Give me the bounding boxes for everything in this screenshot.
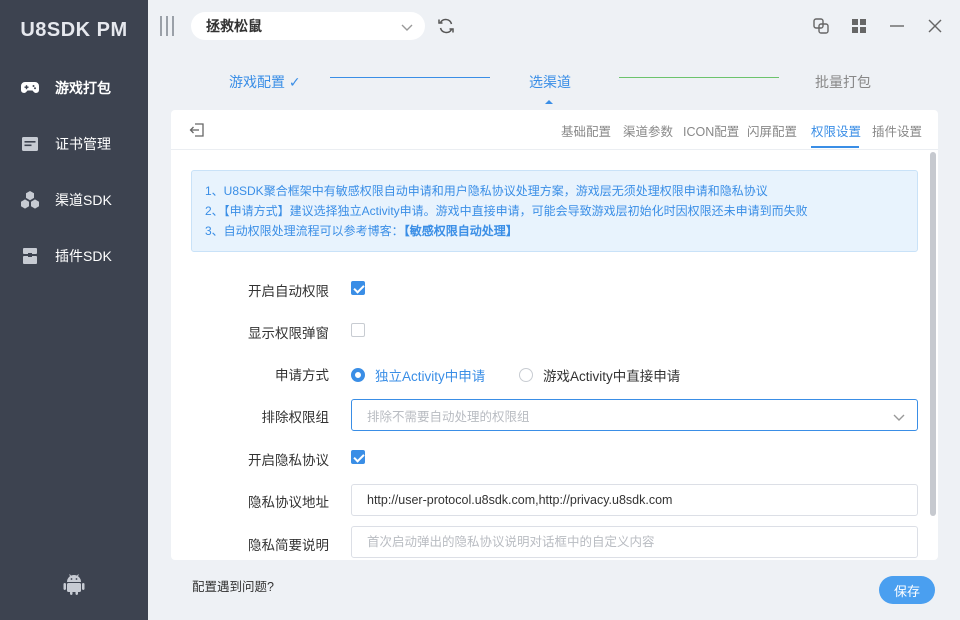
notice-box: 1、U8SDK聚合框架中有敏感权限自动申请和用户隐私协议处理方案，游戏层无须处理… <box>191 170 918 252</box>
sidebar-item-certificates[interactable]: 证书管理 <box>0 124 148 164</box>
auto-permission-label: 开启自动权限 <box>248 284 329 299</box>
sidebar-item-label: 游戏打包 <box>55 80 111 96</box>
step-connector <box>330 77 490 78</box>
game-select-value: 拯救松鼠 <box>206 18 262 34</box>
show-popup-label: 显示权限弹窗 <box>248 326 329 341</box>
tab-plugin-settings[interactable]: 插件设置 <box>872 121 922 140</box>
active-tab-indicator <box>811 146 859 148</box>
privacy-url-label: 隐私协议地址 <box>248 495 329 510</box>
config-card: 基础配置 渠道参数 ICON配置 闪屏配置 权限设置 插件设置 1、U8SDK聚… <box>171 110 938 560</box>
notice-text: 3、自动权限处理流程可以参考博客： <box>205 224 404 238</box>
notice-line: 3、自动权限处理流程可以参考博客：【敏感权限自动处理】 <box>205 221 904 241</box>
game-select[interactable]: 拯救松鼠 <box>191 12 425 40</box>
tab-channel-params[interactable]: 渠道参数 <box>623 121 673 140</box>
exclude-groups-select[interactable]: 排除不需要自动处理的权限组 <box>351 399 918 431</box>
step-select-channel[interactable]: 选渠道 <box>529 72 571 92</box>
privacy-desc-input[interactable] <box>351 526 918 558</box>
stepper: 游戏配置 ✓ 选渠道 批量打包 <box>148 52 960 108</box>
help-link[interactable]: 配置遇到问题? <box>192 576 274 595</box>
radio-dot <box>519 368 533 382</box>
radio-game-activity[interactable]: 游戏Activity中直接申请 <box>519 365 680 385</box>
step-connector <box>619 77 779 78</box>
tab-basic-config[interactable]: 基础配置 <box>561 121 611 140</box>
app-title: U8SDK PM <box>20 19 128 41</box>
privacy-enable-label: 开启隐私协议 <box>248 453 329 468</box>
step-label: 游戏配置 <box>229 74 285 90</box>
sidebar: U8SDK PM 游戏打包 证书管理 渠道SDK 插件SDK <box>0 0 148 620</box>
minimize-icon[interactable] <box>887 16 907 36</box>
sidebar-item-game-pack[interactable]: 游戏打包 <box>0 68 148 108</box>
notice-line: 1、U8SDK聚合框架中有敏感权限自动申请和用户隐私协议处理方案，游戏层无须处理… <box>205 184 768 198</box>
auto-permission-checkbox[interactable] <box>351 281 365 295</box>
certificate-icon <box>20 134 40 154</box>
top-bar: 拯救松鼠 <box>148 0 960 52</box>
step-label: 选渠道 <box>529 74 571 90</box>
apply-mode-label: 申请方式 <box>275 368 329 383</box>
step-game-config[interactable]: 游戏配置 ✓ <box>229 72 301 92</box>
privacy-enable-checkbox[interactable] <box>351 450 365 464</box>
grid-icon[interactable] <box>849 16 869 36</box>
sidebar-item-label: 证书管理 <box>55 136 111 152</box>
gamepad-icon <box>20 78 40 98</box>
check-icon: ✓ <box>288 74 301 90</box>
notice-line: 2、【申请方式】建议选择独立Activity申请。游戏中直接申请，可能会导致游戏… <box>205 204 808 218</box>
privacy-url-input[interactable] <box>351 484 918 516</box>
chevron-down-icon <box>893 410 905 425</box>
back-icon[interactable] <box>189 122 205 138</box>
sidebar-item-label: 渠道SDK <box>55 192 112 208</box>
sidebar-item-label: 插件SDK <box>55 248 112 264</box>
privacy-desc-label: 隐私简要说明 <box>248 538 329 553</box>
close-icon[interactable] <box>925 16 945 36</box>
android-icon[interactable] <box>62 572 86 596</box>
step-batch-pack[interactable]: 批量打包 <box>815 72 871 92</box>
scrollbar[interactable] <box>930 152 936 516</box>
tab-bar: 基础配置 渠道参数 ICON配置 闪屏配置 权限设置 插件设置 <box>171 110 938 150</box>
radio-label: 独立Activity中申请 <box>375 369 486 384</box>
plugin-icon <box>20 246 40 266</box>
radio-label: 游戏Activity中直接申请 <box>543 369 681 384</box>
blog-link[interactable]: 【敏感权限自动处理】 <box>404 224 518 238</box>
sidebar-item-channel-sdk[interactable]: 渠道SDK <box>0 180 148 220</box>
radio-dot <box>351 368 365 382</box>
show-popup-checkbox[interactable] <box>351 323 365 337</box>
tab-permission-settings[interactable]: 权限设置 <box>811 121 861 140</box>
tab-splash-config[interactable]: 闪屏配置 <box>747 121 797 140</box>
save-button[interactable]: 保存 <box>879 576 935 604</box>
sidebar-item-plugin-sdk[interactable]: 插件SDK <box>0 236 148 276</box>
restore-icon[interactable] <box>811 16 831 36</box>
refresh-icon[interactable] <box>436 16 456 36</box>
cubes-icon <box>20 190 40 210</box>
exclude-groups-label: 排除权限组 <box>261 410 330 425</box>
exclude-groups-placeholder: 排除不需要自动处理的权限组 <box>367 409 530 424</box>
chevron-down-icon <box>401 20 413 35</box>
radio-standalone-activity[interactable]: 独立Activity中申请 <box>351 365 485 385</box>
step-label: 批量打包 <box>815 74 871 90</box>
tab-icon-config[interactable]: ICON配置 <box>683 121 739 140</box>
menu-toggle-icon[interactable] <box>160 16 174 36</box>
current-step-indicator <box>545 100 553 104</box>
